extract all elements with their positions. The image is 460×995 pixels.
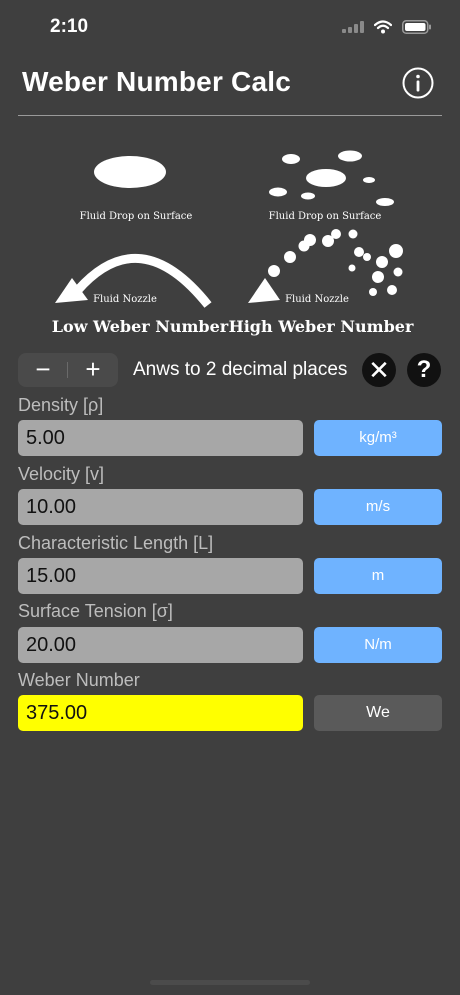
info-button[interactable] <box>402 67 434 99</box>
status-time: 2:10 <box>50 16 89 37</box>
decrease-decimals-button[interactable]: − <box>18 353 68 387</box>
density-input[interactable] <box>18 420 303 456</box>
decimal-stepper[interactable]: − + <box>18 353 118 387</box>
velocity-input[interactable] <box>18 489 303 525</box>
surface-tension-input[interactable] <box>18 627 303 663</box>
high-weber-label: High Weber Number <box>229 317 414 336</box>
page-title: Weber Number Calc <box>22 66 291 97</box>
low-weber-label: Low Weber Number <box>52 317 229 336</box>
status-icons <box>342 18 432 36</box>
help-button[interactable]: ? <box>407 353 441 387</box>
weber-illustration: Fluid Drop on Surface Fluid Nozzle Low W… <box>52 150 414 336</box>
surface-tension-unit-button[interactable]: N/m <box>314 627 442 663</box>
density-unit-button[interactable]: kg/m³ <box>314 420 442 456</box>
weber-number-output[interactable] <box>18 695 303 731</box>
clear-button[interactable]: ✕ <box>362 353 396 387</box>
length-unit-button[interactable]: m <box>314 558 442 594</box>
header-divider <box>18 115 442 116</box>
drop-caption-low: Fluid Drop on Surface <box>80 211 193 222</box>
wifi-icon <box>374 20 392 34</box>
weber-unit-button[interactable]: We <box>314 695 442 731</box>
nozzle-caption-low: Fluid Nozzle <box>93 294 157 305</box>
drop-caption-high: Fluid Drop on Surface <box>269 211 382 222</box>
home-indicator <box>150 980 310 985</box>
weber-number-label: Weber Number <box>18 670 140 690</box>
velocity-label: Velocity [v] <box>18 464 105 484</box>
low-drop-shape <box>94 156 166 188</box>
status-bar: 2:10 <box>0 0 460 54</box>
length-input[interactable] <box>18 558 303 594</box>
length-label: Characteristic Length [L] <box>18 533 214 553</box>
increase-decimals-button[interactable]: + <box>68 353 118 387</box>
info-icon <box>402 67 434 99</box>
surface-tension-label: Surface Tension [σ] <box>18 601 173 621</box>
velocity-unit-button[interactable]: m/s <box>314 489 442 525</box>
density-label: Density [ρ] <box>18 395 104 415</box>
precision-label: Anws to 2 decimal places <box>133 359 348 380</box>
nozzle-caption-high: Fluid Nozzle <box>285 294 349 305</box>
battery-icon <box>402 20 431 34</box>
cellular-signal-icon <box>342 21 364 33</box>
